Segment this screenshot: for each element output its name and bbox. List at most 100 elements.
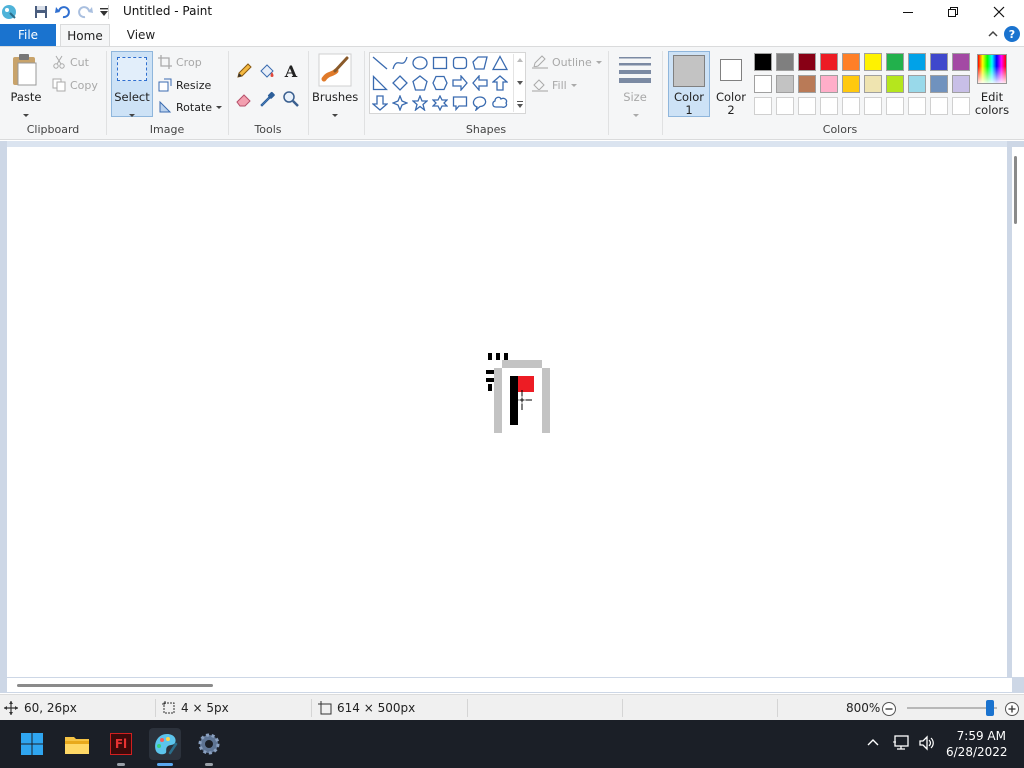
palette-custom-slot[interactable] [886, 97, 904, 115]
up-arrow-shape-icon[interactable] [491, 74, 509, 92]
copy-button[interactable]: Copy [52, 76, 98, 94]
eraser-icon[interactable] [234, 89, 254, 109]
cloud-callout-shape-icon[interactable] [491, 94, 509, 112]
palette-custom-slot[interactable] [908, 97, 926, 115]
polygon-shape-icon[interactable] [471, 54, 489, 72]
redo-icon[interactable] [76, 3, 94, 21]
collapse-ribbon-button[interactable] [986, 27, 1000, 41]
fill-button[interactable]: Fill [532, 76, 578, 94]
vertical-scrollbar[interactable] [1012, 147, 1024, 677]
palette-swatch[interactable] [798, 75, 816, 93]
rounded-rectangle-shape-icon[interactable] [451, 54, 469, 72]
hexagon-shape-icon[interactable] [431, 74, 449, 92]
pencil-icon[interactable] [234, 61, 254, 81]
close-button[interactable] [976, 0, 1022, 24]
brushes-label[interactable]: Brushes [312, 91, 358, 104]
palette-swatch[interactable] [886, 53, 904, 71]
oval-callout-shape-icon[interactable] [471, 94, 489, 112]
rotate-button[interactable]: Rotate [158, 98, 223, 116]
outline-button[interactable]: Outline [532, 53, 603, 71]
right-triangle-shape-icon[interactable] [371, 74, 389, 92]
palette-swatch[interactable] [864, 75, 882, 93]
text-tool-icon[interactable]: A [281, 61, 301, 81]
palette-custom-slot[interactable] [930, 97, 948, 115]
palette-swatch[interactable] [886, 75, 904, 93]
palette-swatch[interactable] [864, 53, 882, 71]
undo-icon[interactable] [54, 3, 72, 21]
paint-app-icon[interactable] [0, 3, 18, 21]
resize-button[interactable]: Resize [158, 76, 211, 94]
zoom-slider-thumb[interactable] [985, 700, 994, 716]
six-point-star-shape-icon[interactable] [431, 94, 449, 112]
magnifier-icon[interactable] [281, 89, 301, 109]
select-dropdown-icon[interactable] [128, 107, 136, 121]
palette-swatch[interactable] [952, 75, 970, 93]
five-point-star-shape-icon[interactable] [411, 94, 429, 112]
palette-custom-slot[interactable] [798, 97, 816, 115]
palette-custom-slot[interactable] [952, 97, 970, 115]
triangle-shape-icon[interactable] [491, 54, 509, 72]
fill-bucket-icon[interactable] [257, 61, 277, 81]
taskbar-clock[interactable]: 7:59 AM 6/28/2022 [946, 728, 1008, 760]
edit-colors-button[interactable] [977, 54, 1007, 84]
palette-custom-slot[interactable] [864, 97, 882, 115]
zoom-in-button[interactable] [1004, 701, 1020, 717]
horizontal-scrollbar-thumb[interactable] [17, 684, 213, 687]
color-picker-icon[interactable] [257, 89, 277, 109]
brushes-dropdown-icon[interactable] [331, 107, 339, 121]
crop-button[interactable]: Crop [158, 53, 202, 71]
drawing-canvas[interactable] [7, 147, 1007, 677]
zoom-slider-track[interactable] [907, 707, 997, 709]
tab-home[interactable]: Home [60, 24, 110, 46]
line-shape-icon[interactable] [371, 54, 389, 72]
left-arrow-shape-icon[interactable] [471, 74, 489, 92]
rectangle-shape-icon[interactable] [431, 54, 449, 72]
palette-swatch[interactable] [754, 53, 772, 71]
show-hidden-icons-chevron-icon[interactable] [866, 736, 880, 753]
cut-button[interactable]: Cut [52, 53, 89, 71]
windows-start-icon[interactable] [16, 728, 48, 760]
paste-label[interactable]: Paste [8, 91, 44, 104]
size-dropdown-icon[interactable] [632, 107, 640, 121]
settings-icon[interactable] [193, 728, 225, 760]
palette-swatch[interactable] [908, 75, 926, 93]
oval-shape-icon[interactable] [411, 54, 429, 72]
palette-swatch[interactable] [776, 75, 794, 93]
down-arrow-shape-icon[interactable] [371, 94, 389, 112]
zoom-out-button[interactable] [881, 701, 897, 717]
paint-icon[interactable] [149, 728, 181, 760]
palette-swatch[interactable] [952, 53, 970, 71]
curve-shape-icon[interactable] [391, 54, 409, 72]
palette-swatch[interactable] [798, 53, 816, 71]
maximize-button[interactable] [930, 0, 976, 24]
palette-custom-slot[interactable] [842, 97, 860, 115]
palette-swatch[interactable] [930, 75, 948, 93]
brushes-button[interactable] [318, 53, 352, 87]
edit-colors-label[interactable]: Edit colors [970, 91, 1014, 117]
paste-dropdown-icon[interactable] [22, 107, 30, 121]
tab-view[interactable]: View [116, 24, 166, 46]
palette-swatch[interactable] [842, 75, 860, 93]
diamond-shape-icon[interactable] [391, 74, 409, 92]
palette-swatch[interactable] [930, 53, 948, 71]
size-button[interactable] [617, 55, 653, 83]
right-arrow-shape-icon[interactable] [451, 74, 469, 92]
vertical-scrollbar-thumb[interactable] [1014, 156, 1017, 224]
shapes-gallery-scroll[interactable] [513, 54, 525, 112]
file-explorer-icon[interactable] [61, 728, 93, 760]
paste-button[interactable] [10, 53, 42, 89]
rect-callout-shape-icon[interactable] [451, 94, 469, 112]
palette-swatch[interactable] [908, 53, 926, 71]
save-icon[interactable] [32, 3, 50, 21]
palette-swatch[interactable] [776, 53, 794, 71]
minimize-button[interactable] [885, 0, 931, 24]
palette-swatch[interactable] [754, 75, 772, 93]
palette-custom-slot[interactable] [820, 97, 838, 115]
network-icon[interactable] [892, 734, 910, 755]
four-point-star-shape-icon[interactable] [391, 94, 409, 112]
pentagon-shape-icon[interactable] [411, 74, 429, 92]
palette-custom-slot[interactable] [754, 97, 772, 115]
palette-swatch[interactable] [842, 53, 860, 71]
help-icon[interactable]: ? [1004, 26, 1020, 42]
palette-custom-slot[interactable] [776, 97, 794, 115]
